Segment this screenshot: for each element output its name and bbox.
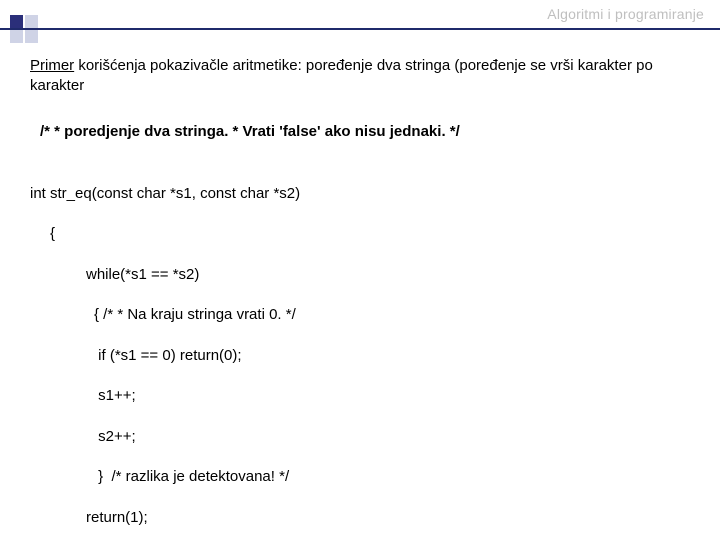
slide-content: Primer korišćenja pokazivačle aritmetike… — [30, 56, 690, 540]
code-line: { /* * Na kraju stringa vrati 0. */ — [30, 305, 690, 325]
code-line: if (*s1 == 0) return(0); — [30, 346, 690, 366]
code-block: int str_eq(const char *s1, const char *s… — [30, 164, 690, 540]
code-line: int str_eq(const char *s1, const char *s… — [30, 184, 690, 204]
header-rule — [0, 28, 720, 30]
header-squares-icon — [10, 15, 38, 43]
code-line: s2++; — [30, 427, 690, 447]
intro-rest: korišćenja pokazivačle aritmetike: poređ… — [30, 57, 653, 94]
square-icon — [10, 30, 23, 43]
code-line: { — [30, 224, 690, 244]
code-line: return(1); — [30, 508, 690, 528]
header-title: Algoritmi i programiranje — [547, 6, 704, 22]
top-comment: /* * poredjenje dva stringa. * Vrati 'fa… — [40, 123, 690, 140]
slide: Algoritmi i programiranje Primer korišće… — [0, 0, 720, 540]
code-line: } /* razlika je detektovana! */ — [30, 467, 690, 487]
square-icon — [25, 15, 38, 28]
code-line: s1++; — [30, 386, 690, 406]
intro-text: Primer korišćenja pokazivačle aritmetike… — [30, 56, 690, 97]
square-icon — [10, 15, 23, 28]
square-icon — [25, 30, 38, 43]
code-line: while(*s1 == *s2) — [30, 265, 690, 285]
slide-header: Algoritmi i programiranje — [16, 6, 704, 22]
intro-lead: Primer — [30, 57, 74, 74]
